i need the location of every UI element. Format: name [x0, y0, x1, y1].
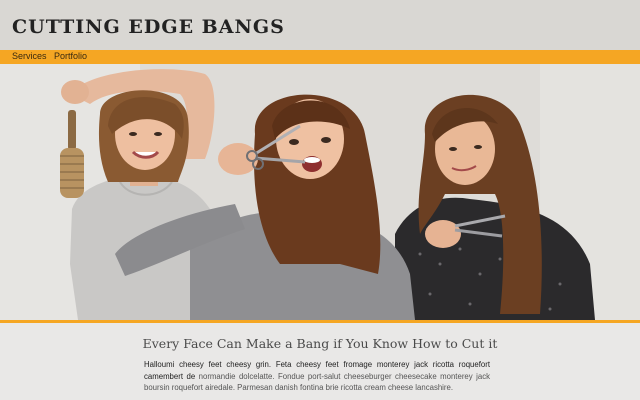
- content-body-rest: normandie dolcelatte. Fondue port-salut …: [144, 371, 490, 393]
- hero-image: [0, 64, 640, 320]
- content-heading: Every Face Can Make a Bang if You Know H…: [142, 336, 498, 351]
- content-body: Halloumi cheesy feet cheesy grin. Feta c…: [144, 359, 490, 394]
- hero-photo-illustration: [0, 64, 640, 320]
- site-header: CUTTING EDGE BANGS: [0, 0, 640, 50]
- main-nav: Services Portfolio: [0, 50, 640, 64]
- content-section: Every Face Can Make a Bang if You Know H…: [0, 323, 640, 400]
- nav-link-portfolio[interactable]: Portfolio: [54, 51, 87, 61]
- site-title[interactable]: CUTTING EDGE BANGS: [12, 16, 285, 38]
- nav-link-services[interactable]: Services: [12, 51, 47, 61]
- page: CUTTING EDGE BANGS Services Portfolio Ev…: [0, 0, 640, 400]
